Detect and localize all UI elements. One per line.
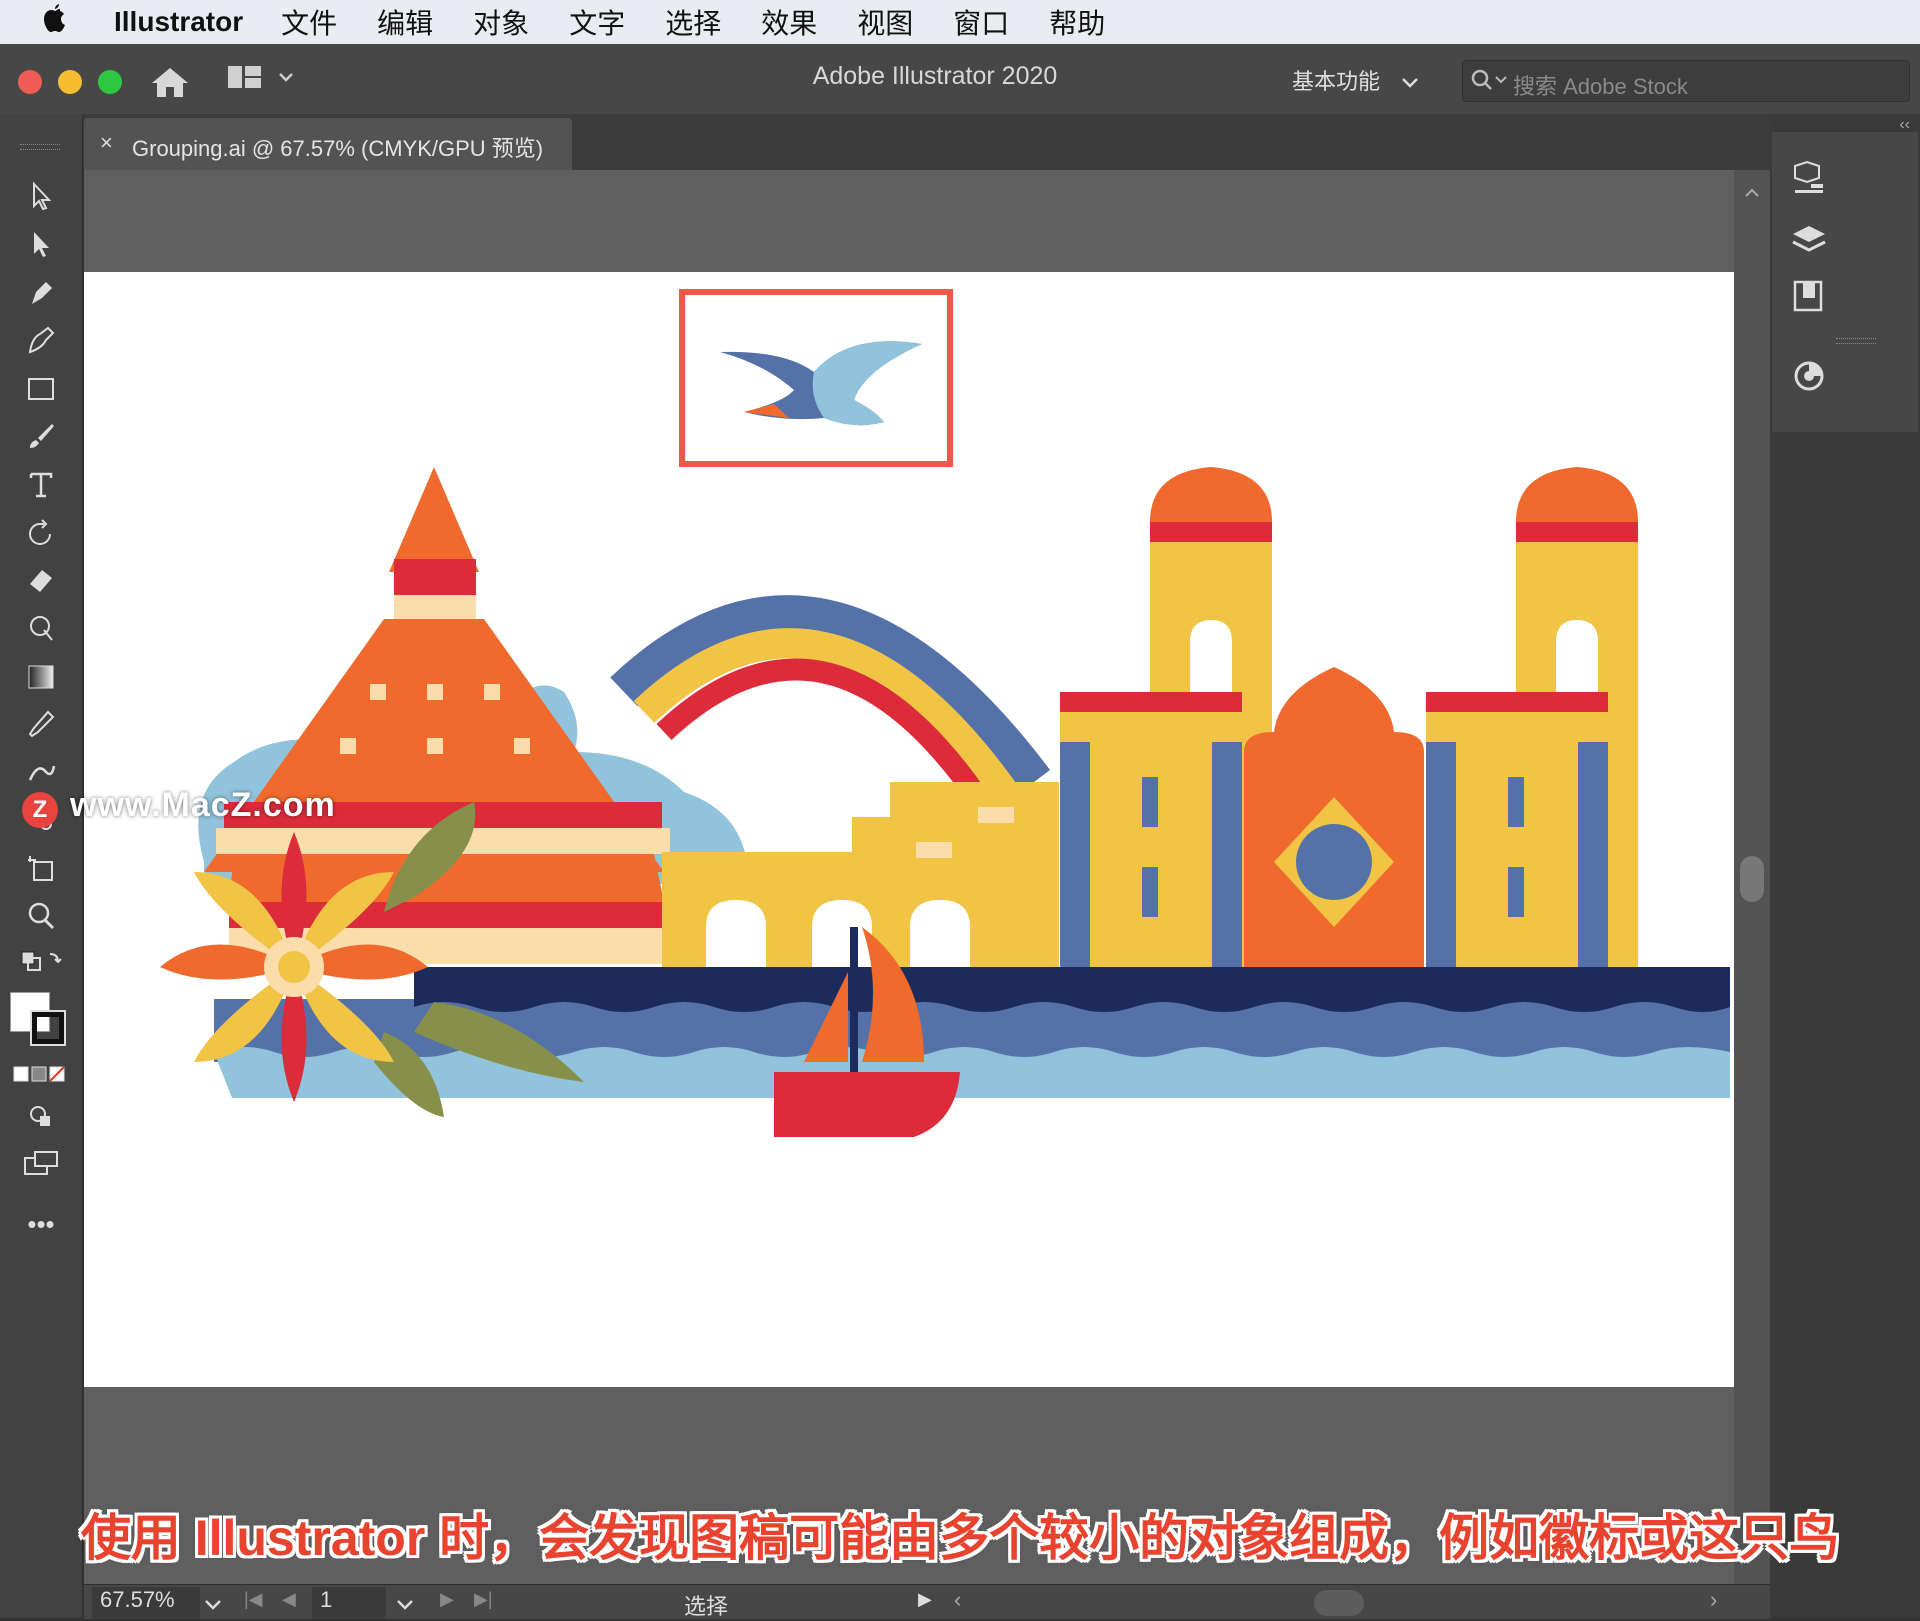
menu-file[interactable]: 文件 [281,2,337,42]
chevron-down-icon [1402,78,1419,88]
workspace-label: 基本功能 [1292,69,1381,94]
stock-search-input[interactable]: 搜索 Adobe Stock [1462,60,1910,102]
next-page-icon[interactable]: ▶ [440,1589,454,1610]
rectangle-tool-icon[interactable] [18,368,64,408]
eraser-tool-icon[interactable] [18,560,64,600]
watermark-logo: Z [22,792,58,828]
scroll-right-icon[interactable]: › [1710,1587,1717,1613]
document-tab-label: Grouping.ai @ 67.57% (CMYK/GPU 预览) [132,136,544,161]
flower [160,832,428,1102]
gradient-tool-icon[interactable] [18,656,64,696]
rotate-tool-icon[interactable] [18,512,64,552]
scroll-up-icon[interactable] [1734,178,1770,208]
zoom-dropdown-icon[interactable] [202,1589,224,1619]
properties-panel-icon[interactable] [1787,160,1831,200]
menu-help[interactable]: 帮助 [1049,2,1105,42]
close-tab-icon[interactable]: × [100,130,113,156]
bird [720,341,922,426]
menu-view[interactable]: 视图 [857,2,913,42]
search-placeholder: 搜索 Adobe Stock [1513,74,1688,99]
menu-edit[interactable]: 编辑 [377,2,433,42]
eyedropper-tool-icon[interactable] [18,704,64,744]
scroll-left-icon[interactable]: ‹ [954,1587,961,1613]
libraries-panel-icon[interactable] [1787,276,1831,316]
swap-fill-stroke-icon[interactable] [18,942,64,982]
zoom-value: 67.57% [100,1587,175,1612]
status-bar: 67.57% |◀ ◀ 1 ▶ ▶| 选择 ▶ ‹ › [84,1584,1770,1619]
prev-page-icon[interactable]: ◀ [282,1589,296,1610]
layers-panel-icon[interactable] [1787,220,1831,260]
zoom-tool-icon[interactable] [18,896,64,936]
artwork[interactable] [84,272,1734,1387]
menu-effect[interactable]: 效果 [761,2,817,42]
page-number-field[interactable]: 1 [312,1587,386,1619]
menu-bar: Illustrator 文件 编辑 对象 文字 选择 效果 视图 窗口 帮助 [0,0,1920,44]
page-number: 1 [320,1587,333,1612]
panel-grip-2[interactable] [1836,338,1876,344]
paintbrush-tool-icon[interactable] [18,416,64,456]
workspace-switcher[interactable]: 基本功能 [1292,64,1420,96]
direct-selection-tool-icon[interactable] [18,224,64,264]
type-tool-icon[interactable] [18,464,64,504]
apple-icon[interactable] [40,3,84,42]
stroke-color-swatch[interactable] [30,1010,66,1046]
artboard[interactable] [84,272,1734,1387]
more-tools-icon[interactable]: ••• [18,1204,64,1244]
color-mode-icons[interactable] [12,1064,68,1089]
menu-object[interactable]: 对象 [473,2,529,42]
panel-grip[interactable] [20,144,60,150]
tutorial-subtitle: 使用 Illustrator 时，会发现图稿可能由多个较小的对象组成，例如徽标或… [80,1510,1840,1566]
watermark: www.MacZ.com [70,786,336,824]
status-menu-icon[interactable]: ▶ [918,1589,932,1610]
first-page-icon[interactable]: |◀ [244,1589,263,1610]
page-dropdown-icon[interactable] [394,1589,416,1619]
puppet-warp-tool-icon[interactable] [18,608,64,648]
selection-tool-icon[interactable] [18,176,64,216]
zoom-level-field[interactable]: 67.57% [92,1587,200,1619]
draw-mode-icon[interactable] [18,1096,64,1136]
blend-tool-icon[interactable] [18,752,64,792]
scrollbar-thumb[interactable] [1740,856,1764,902]
search-icon [1471,69,1507,90]
screen-mode-icon[interactable] [18,1144,64,1184]
vertical-scrollbar[interactable] [1734,170,1770,1584]
artboard-tool-icon[interactable] [18,848,64,888]
color-guide-panel-icon[interactable] [1787,356,1831,396]
menu-type[interactable]: 文字 [569,2,625,42]
tools-panel: ••• [0,114,83,1618]
status-tool-label: 选择 [684,1594,729,1619]
menu-select[interactable]: 选择 [665,2,721,42]
menu-app-name[interactable]: Illustrator [114,6,243,38]
pen-tool-icon[interactable] [18,272,64,312]
horizontal-scrollbar-thumb[interactable] [1314,1590,1364,1616]
document-tab[interactable]: × Grouping.ai @ 67.57% (CMYK/GPU 预览) [84,118,572,170]
menu-window[interactable]: 窗口 [953,2,1009,42]
last-page-icon[interactable]: ▶| [474,1589,493,1610]
curvature-tool-icon[interactable] [18,320,64,360]
